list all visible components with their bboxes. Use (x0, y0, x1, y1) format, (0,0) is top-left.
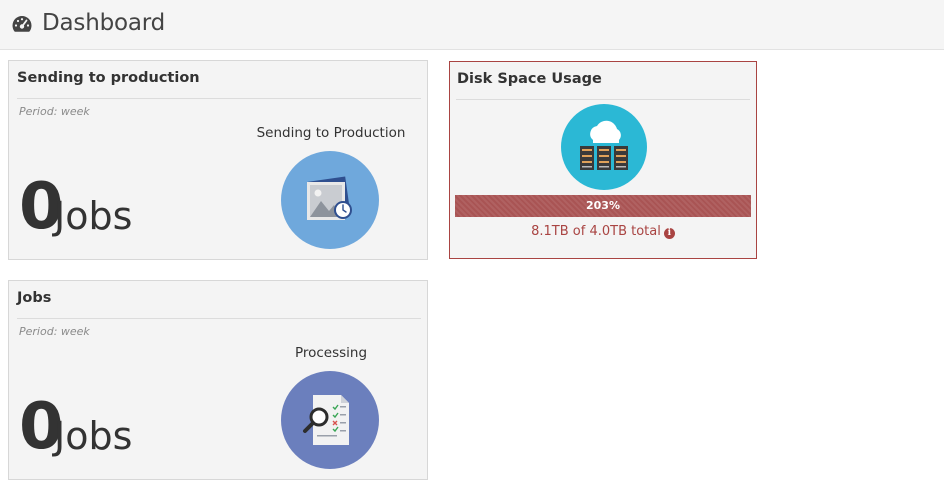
metric-label: Processing (294, 345, 368, 361)
job-unit: Jobs (54, 414, 133, 458)
sending-to-production-card[interactable]: Sending to production Period: week Sendi… (8, 60, 428, 260)
info-icon[interactable]: i (663, 228, 675, 239)
card-title: Sending to production (17, 70, 200, 86)
cloud-server-icon (561, 104, 647, 190)
disk-usage-text: 8.1TB of 4.0TB total i (450, 224, 756, 239)
metric-label: Sending to Production (256, 125, 406, 141)
dashboard-gauge-icon (12, 16, 32, 32)
disk-usage-percent: 203% (586, 199, 620, 212)
image-clock-icon (281, 151, 379, 249)
disk-usage-value: 8.1TB of 4.0TB total (531, 224, 661, 239)
period-label: Period: week (19, 325, 90, 338)
disk-usage-progress-bar: 203% (455, 195, 751, 217)
jobs-card[interactable]: Jobs Period: week Processing 0 Jobs (8, 280, 428, 480)
job-unit: Jobs (54, 194, 133, 238)
page-title: Dashboard (42, 10, 165, 36)
card-divider (17, 98, 421, 99)
page-header: Dashboard (0, 0, 944, 50)
card-divider (17, 318, 421, 319)
card-title: Jobs (17, 290, 52, 306)
period-label: Period: week (19, 105, 90, 118)
card-title: Disk Space Usage (457, 71, 602, 87)
document-search-icon (281, 371, 379, 469)
disk-space-usage-card[interactable]: Disk Space Usage 203% 8.1TB of 4.0TB tot… (449, 61, 757, 259)
card-divider (456, 99, 750, 100)
